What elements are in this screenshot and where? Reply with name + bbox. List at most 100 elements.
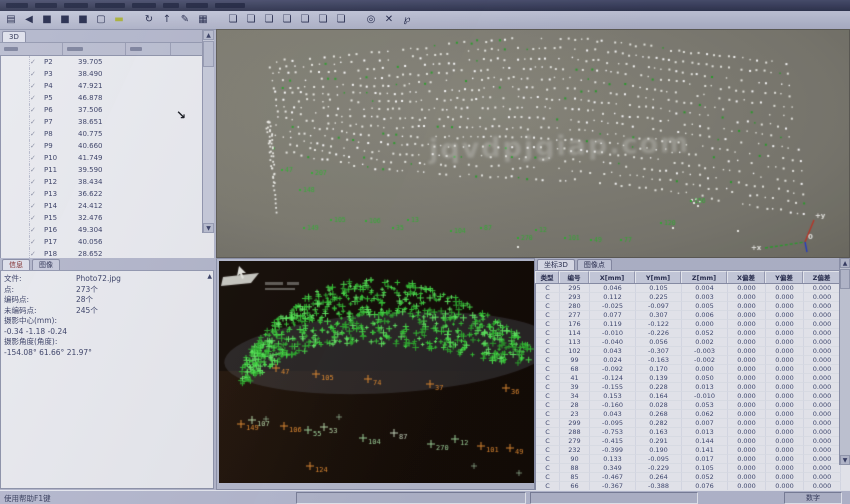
table-row[interactable]: C2950.0460.1050.0040.0000.0000.000 bbox=[536, 284, 850, 293]
list-item[interactable]: ✓P1238.434 bbox=[29, 176, 214, 188]
menu-item[interactable] bbox=[35, 3, 57, 8]
menu-item[interactable] bbox=[64, 3, 88, 8]
uncoded-label: 未编码点: bbox=[4, 306, 76, 317]
menu-item[interactable] bbox=[6, 3, 28, 8]
table-row[interactable]: C28-0.1600.0280.0530.0000.0000.000 bbox=[536, 401, 850, 410]
file-value: Photo72.jpg bbox=[76, 274, 121, 285]
table-row[interactable]: C39-0.1550.2280.0130.0000.0000.000 bbox=[536, 383, 850, 392]
list-item[interactable]: ✓P447.921 bbox=[29, 80, 214, 92]
key-icon[interactable]: ℘ bbox=[399, 13, 415, 27]
left-tabstrip: 3D bbox=[0, 30, 214, 43]
back-icon[interactable]: ◀ bbox=[21, 13, 37, 27]
list-item[interactable]: ✓P1041.749 bbox=[29, 152, 214, 164]
table-row[interactable]: C41-0.1240.1390.0500.0000.0000.000 bbox=[536, 374, 850, 383]
table-row[interactable]: C68-0.0920.1700.0000.0000.0000.000 bbox=[536, 365, 850, 374]
table-header-row: 类型编号X[mm]Y[mm]Z[mm]X偏差[mm]Y偏差[mm]Z偏差[mm] bbox=[535, 271, 850, 284]
edit-icon[interactable]: ✎ bbox=[177, 13, 193, 27]
list-item[interactable]: ✓P338.490 bbox=[29, 68, 214, 80]
tab-image[interactable]: 图像 bbox=[32, 259, 60, 270]
coordinate-table-panel: 坐标3D 图像点 类型编号X[mm]Y[mm]Z[mm]X偏差[mm]Y偏差[m… bbox=[535, 258, 850, 490]
close-icon[interactable]: ✕ bbox=[381, 13, 397, 27]
check-icon: ✓ bbox=[30, 94, 44, 102]
check-icon: ✓ bbox=[30, 178, 44, 186]
select-box-icon[interactable]: ▦ bbox=[195, 13, 211, 27]
check-icon: ✓ bbox=[30, 82, 44, 90]
list-item[interactable]: ✓P1532.476 bbox=[29, 212, 214, 224]
table-row[interactable]: C85-0.4670.2640.0520.0000.0000.000 bbox=[536, 473, 850, 482]
list-scrollbar[interactable]: ▲ ▼ bbox=[202, 30, 214, 233]
menu-item[interactable] bbox=[215, 3, 245, 8]
table-row[interactable]: C1760.119-0.1220.0000.0000.0000.000 bbox=[536, 320, 850, 329]
tab-info[interactable]: 信息 bbox=[2, 259, 30, 270]
list-item[interactable]: ✓P940.660 bbox=[29, 140, 214, 152]
camera-center-label: 摄影中心(mm): bbox=[4, 316, 211, 327]
table-row[interactable]: C900.133-0.0950.0170.0000.0000.000 bbox=[536, 455, 850, 464]
check-icon: ✓ bbox=[30, 250, 44, 258]
table-scrollbar[interactable]: ▲ ▼ bbox=[839, 258, 850, 465]
stop-icon-3[interactable]: ■ bbox=[75, 13, 91, 27]
page-icon-7[interactable]: ❏ bbox=[333, 13, 349, 27]
table-row[interactable]: C279-0.4150.2910.1440.0000.0000.000 bbox=[536, 437, 850, 446]
table-row[interactable]: C232-0.3990.1900.1410.0000.0000.000 bbox=[536, 446, 850, 455]
magnifier-icon[interactable]: ◎ bbox=[363, 13, 379, 27]
table-row[interactable]: C1020.043-0.307-0.0030.0000.0000.000 bbox=[536, 347, 850, 356]
menu-item[interactable] bbox=[132, 3, 156, 8]
list-item[interactable]: ✓P1139.590 bbox=[29, 164, 214, 176]
list-item[interactable]: ✓P1649.304 bbox=[29, 224, 214, 236]
status-num-indicator: 数字 bbox=[784, 492, 842, 504]
menu-bar bbox=[0, 0, 850, 11]
redo-icon[interactable]: ↻ bbox=[141, 13, 157, 27]
table-row[interactable]: C113-0.0400.0560.0020.0000.0000.000 bbox=[536, 338, 850, 347]
table-row[interactable]: C340.1530.164-0.0100.0000.0000.000 bbox=[536, 392, 850, 401]
photo-canvas[interactable] bbox=[219, 261, 534, 483]
page-icon-5[interactable]: ❏ bbox=[297, 13, 313, 27]
info-tabstrip: 信息 图像 bbox=[0, 258, 214, 271]
menu-item[interactable] bbox=[163, 3, 179, 8]
table-row[interactable]: C2930.1120.2250.0030.0000.0000.000 bbox=[536, 293, 850, 302]
list-item[interactable]: ✓P1336.622 bbox=[29, 188, 214, 200]
pointcloud-3d-view[interactable]: jqvdpjgiap.com bbox=[216, 29, 850, 258]
check-icon: ✓ bbox=[30, 190, 44, 198]
page-icon-1[interactable]: ❏ bbox=[225, 13, 241, 27]
tab-coords-3d[interactable]: 坐标3D bbox=[537, 259, 575, 270]
table-row[interactable]: C990.024-0.163-0.0020.0000.0000.000 bbox=[536, 356, 850, 365]
points-label: 点: bbox=[4, 285, 76, 296]
table-row[interactable]: C2770.0770.3070.0060.0000.0000.000 bbox=[536, 311, 850, 320]
battery-icon[interactable]: ▬ bbox=[111, 13, 127, 27]
list-item[interactable]: ✓P738.651 bbox=[29, 116, 214, 128]
list-item[interactable]: ✓P546.878 bbox=[29, 92, 214, 104]
file-label: 文件: bbox=[4, 274, 76, 285]
table-row[interactable]: C299-0.0950.2820.0070.0000.0000.000 bbox=[536, 419, 850, 428]
check-icon: ✓ bbox=[30, 70, 44, 78]
table-row[interactable]: C280-0.025-0.0970.0050.0000.0000.000 bbox=[536, 302, 850, 311]
page-icon-6[interactable]: ❏ bbox=[315, 13, 331, 27]
page-icon-2[interactable]: ❏ bbox=[243, 13, 259, 27]
camera-center-values: -0.34 -1.18 -0.24 bbox=[4, 327, 211, 338]
stop-icon[interactable]: ■ bbox=[39, 13, 55, 27]
tab-image-points[interactable]: 图像点 bbox=[577, 259, 612, 270]
menu-item[interactable] bbox=[95, 3, 125, 8]
coded-label: 编码点: bbox=[4, 295, 76, 306]
table-row[interactable]: C114-0.010-0.2260.0520.0000.0000.000 bbox=[536, 329, 850, 338]
table-row[interactable]: C230.0430.2680.0620.0000.0000.000 bbox=[536, 410, 850, 419]
page-icon-3[interactable]: ❏ bbox=[261, 13, 277, 27]
menu-item[interactable] bbox=[186, 3, 208, 8]
scroll-up-icon[interactable]: ▲ bbox=[207, 273, 212, 280]
status-help-text: 使用帮助F1键 bbox=[0, 493, 296, 504]
check-icon: ✓ bbox=[30, 214, 44, 222]
table-row[interactable]: C288-0.7530.1630.0130.0000.0000.000 bbox=[536, 428, 850, 437]
camera-angle-label: 摄影角度(角度): bbox=[4, 337, 211, 348]
list-item[interactable]: ✓P637.506 bbox=[29, 104, 214, 116]
save-icon[interactable]: ▤ bbox=[3, 13, 19, 27]
table-row[interactable]: C880.349-0.2290.1050.0000.0000.000 bbox=[536, 464, 850, 473]
list-item[interactable]: ✓P1740.056 bbox=[29, 236, 214, 248]
tab-3d[interactable]: 3D bbox=[2, 31, 26, 42]
up-arrow-icon[interactable]: ↑ bbox=[159, 13, 175, 27]
frame-icon[interactable]: ▢ bbox=[93, 13, 109, 27]
page-icon-4[interactable]: ❏ bbox=[279, 13, 295, 27]
stop-icon-2[interactable]: ■ bbox=[57, 13, 73, 27]
list-item[interactable]: ✓P239.705 bbox=[29, 56, 214, 68]
photo-view[interactable] bbox=[216, 258, 535, 490]
list-item[interactable]: ✓P840.775 bbox=[29, 128, 214, 140]
list-item[interactable]: ✓P1424.412 bbox=[29, 200, 214, 212]
